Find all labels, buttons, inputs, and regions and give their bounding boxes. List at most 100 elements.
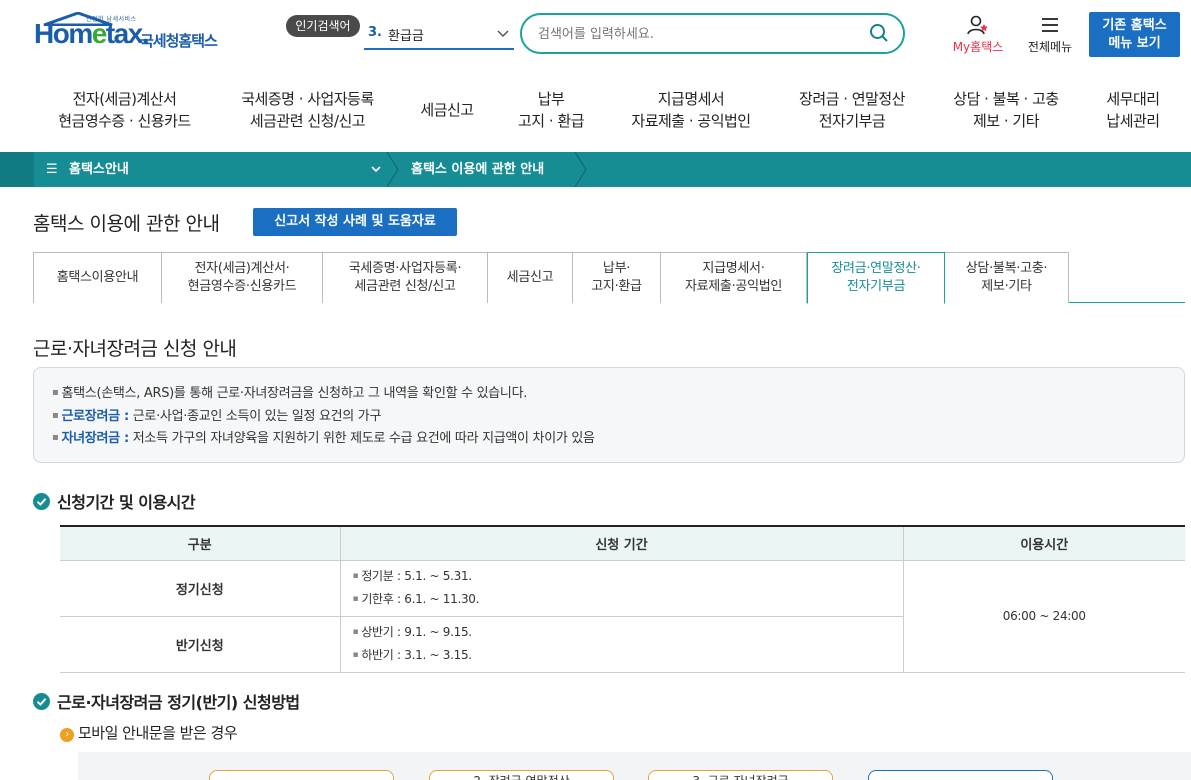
bullet-icon: ▪ — [352, 594, 359, 604]
info-line: ▪ 근로장려금 : 근로·사업·종교인 소득이 있는 일정 요건의 가구 — [52, 405, 1184, 428]
gnb-label: 세무대리 — [1106, 90, 1160, 108]
breadcrumb-separator-icon — [574, 152, 587, 187]
info-label: 자녀장려금 : — [61, 431, 129, 446]
table-header: 이용시간 — [902, 526, 1185, 561]
period-subtitle-text: 신청기간 및 이용시간 — [57, 493, 196, 512]
gnb-item-agent[interactable]: 세무대리 납세관리 — [1097, 88, 1169, 132]
gnb-label: 현금영수증 · 신용카드 — [58, 112, 191, 130]
chevron-down-icon — [496, 24, 510, 48]
search-box — [520, 13, 905, 54]
check-circle-icon — [33, 693, 50, 710]
gnb-label: 제보 · 기타 — [972, 112, 1040, 130]
tab-label: 자료제출·공익법인 — [684, 279, 783, 294]
gnb-label: 세금신고 — [420, 101, 474, 119]
tab-label: 납부· — [602, 261, 631, 276]
tab-payment[interactable]: 납부· 고지·환급 — [573, 252, 661, 303]
my-hometax-label: My홈택스 — [952, 40, 1004, 54]
check-circle-icon — [33, 493, 50, 510]
search-input[interactable] — [538, 24, 858, 44]
period-table: 구분 신청 기간 이용시간 정기신청 ▪ 정기분 : 5.1. ~ 5.31. ▪… — [60, 525, 1185, 673]
gnb-label: 고지 · 환급 — [517, 112, 585, 130]
bullet-icon: ▪ — [52, 387, 59, 398]
tab-label: 국세증명·사업자등록· — [348, 261, 462, 276]
tab-hometax-guide[interactable]: 홈택스이용안내 — [33, 252, 162, 303]
gnb-item-payment[interactable]: 납부 고지 · 환급 — [508, 88, 594, 132]
gnb-label: 국세증명 · 사업자등록 — [241, 90, 374, 108]
info-text: 홈택스(손택스, ARS)를 통해 근로·자녀장려금을 신청하고 그 내역을 확… — [61, 386, 528, 401]
popular-keyword-rank: 3. — [368, 25, 382, 40]
all-menu-label: 전체메뉴 — [1027, 40, 1073, 54]
table-cell-period: ▪ 정기분 : 5.1. ~ 5.31. ▪ 기한후 : 6.1. ~ 11.30. — [339, 560, 903, 617]
table-cell-time: 06:00 ~ 24:00 — [902, 560, 1185, 673]
info-text: 저소득 가구의 자녀양육을 지원하기 위한 제도로 수급 요건에 따라 지급액이… — [128, 431, 595, 446]
logo-wordmark: Hometax. — [34, 18, 150, 49]
period-text: 기한후 : 6.1. ~ 11.30. — [361, 592, 480, 606]
breadcrumb-first[interactable]: ☰ 홈택스안내 — [34, 152, 390, 187]
breadcrumb-left-edge — [0, 152, 34, 187]
info-line: ▪ 자녀장려금 : 저소득 가구의 자녀양육을 지원하기 위한 제도로 수급 요건… — [52, 427, 1184, 450]
tab-label: 고지·환급 — [591, 279, 642, 294]
gnb-item-etax[interactable]: 전자(세금)계산서 현금영수증 · 신용카드 — [52, 88, 197, 132]
table-header-row: 구분 신청 기간 이용시간 — [60, 526, 1185, 561]
old-menu-button[interactable]: 기존 홈택스 메뉴 보기 — [1089, 12, 1180, 57]
gnb-label: 자료제출 · 공익법인 — [631, 112, 751, 130]
bullet-icon: ▪ — [52, 409, 59, 421]
tab-etax[interactable]: 전자(세금)계산서· 현금영수증·신용카드 — [162, 252, 323, 303]
page-title: 홈택스 이용에 관한 안내 — [33, 213, 220, 235]
gnb-item-incentive[interactable]: 장려금 · 연말정산 전자기부금 — [788, 88, 916, 132]
help-material-button[interactable]: 신고서 작성 사례 및 도움자료 — [253, 208, 457, 236]
table-cell-period: ▪ 상반기 : 9.1. ~ 9.15. ▪ 하반기 : 3.1. ~ 3.15. — [339, 616, 903, 673]
popular-keyword-tag: 인기검색어 — [286, 15, 360, 37]
global-nav: 전자(세금)계산서 현금영수증 · 신용카드 국세증명 · 사업자등록 세금관련… — [0, 72, 1191, 152]
my-hometax-button[interactable]: My홈택스 — [944, 14, 1012, 55]
all-menu-button[interactable]: 전체메뉴 — [1020, 14, 1080, 55]
tab-label: 장려금·연말정산· — [831, 261, 921, 276]
hometax-logo[interactable]: 안전한 납세서비스 Hometax. 국세청홈택스 — [34, 12, 234, 54]
popular-keyword-select[interactable]: 3. 환급금 — [364, 22, 514, 50]
tab-label: 현금영수증·신용카드 — [187, 279, 297, 294]
gnb-item-statement[interactable]: 지급명세서 자료제출 · 공익법인 — [620, 88, 762, 132]
bullet-icon: ▪ — [352, 627, 359, 637]
chevron-down-icon — [370, 152, 382, 201]
tab-label: 세금관련 신청/신고 — [354, 279, 456, 294]
table-header: 구분 — [60, 526, 340, 561]
tab-incentive[interactable]: 장려금·연말정산· 전자기부금 — [807, 252, 945, 304]
tab-tax-return[interactable]: 세금신고 — [488, 252, 573, 303]
tab-label: 지급명세서· — [702, 261, 765, 276]
tab-label: 세금신고 — [506, 270, 554, 285]
search-icon[interactable] — [869, 23, 889, 43]
step-card — [209, 770, 394, 780]
gnb-item-certificate[interactable]: 국세증명 · 사업자등록 세금관련 신청/신고 — [230, 88, 385, 132]
mobile-notice-text: 모바일 안내문을 받은 경우 — [78, 724, 238, 742]
tab-consult[interactable]: 상담·불복·고충· 제보·기타 — [944, 252, 1069, 303]
breadcrumb-second[interactable]: 홈택스 이용에 관한 안내 — [411, 152, 544, 187]
section-title: 근로·자녀장려금 신청 안내 — [33, 338, 237, 360]
popular-keyword-text: 환급금 — [388, 29, 424, 44]
method-subtitle-text: 근로·자녀장려금 정기(반기) 신청방법 — [57, 693, 300, 712]
table-row: 정기신청 ▪ 정기분 : 5.1. ~ 5.31. ▪ 기한후 : 6.1. ~ 1… — [60, 560, 1185, 673]
step-card: 2. 장려금·연말정산 — [429, 770, 614, 780]
gnb-label: 전자(세금)계산서 — [72, 90, 177, 108]
info-box: ▪ 홈택스(손택스, ARS)를 통해 근로·자녀장려금을 신청하고 그 내역을 … — [33, 367, 1185, 463]
gnb-label: 장려금 · 연말정산 — [799, 90, 905, 108]
table-row-label: 반기신청 — [60, 616, 340, 673]
gnb-item-consult[interactable]: 상담 · 불복 · 고충 제보 · 기타 — [943, 88, 1069, 132]
mobile-notice-subtitle: › 모바일 안내문을 받은 경우 — [60, 722, 238, 743]
tab-certificate[interactable]: 국세증명·사업자등록· 세금관련 신청/신고 — [323, 252, 488, 303]
gnb-label: 세금관련 신청/신고 — [249, 112, 366, 130]
gnb-item-tax-return[interactable]: 세금신고 — [410, 99, 484, 121]
breadcrumb-separator-icon — [386, 152, 399, 187]
gnb-label: 납부 — [537, 90, 565, 108]
info-label: 근로장려금 : — [61, 408, 129, 424]
tab-statement[interactable]: 지급명세서· 자료제출·공익법인 — [661, 252, 807, 303]
logo-korean: 국세청홈택스 — [140, 32, 218, 50]
period-subtitle: 신청기간 및 이용시간 — [33, 489, 196, 513]
period-text: 정기분 : 5.1. ~ 5.31. — [361, 569, 472, 583]
gnb-label: 상담 · 불복 · 고충 — [953, 90, 1059, 108]
user-icon — [944, 14, 1012, 36]
old-menu-line1: 기존 홈택스 — [1102, 18, 1167, 33]
bullet-icon: ▪ — [52, 432, 59, 443]
info-text: 근로·사업·종교인 소득이 있는 일정 요건의 가구 — [128, 408, 382, 424]
bullet-icon: ▪ — [352, 650, 359, 660]
table-header: 신청 기간 — [339, 526, 903, 561]
